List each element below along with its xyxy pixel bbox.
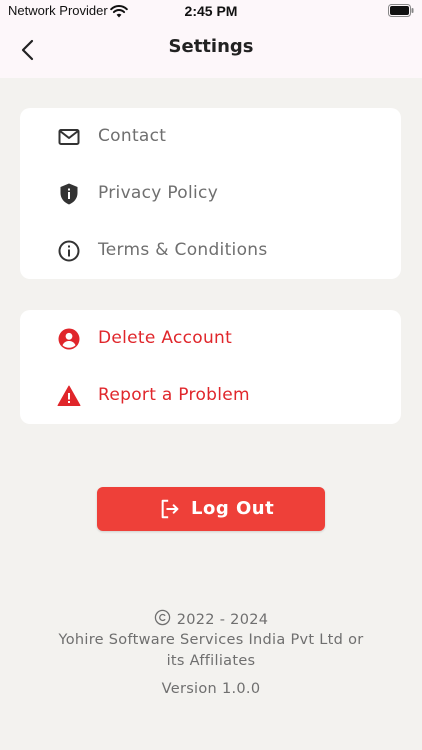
- company-line-2: its Affiliates: [166, 653, 256, 669]
- status-bar: Network Provider 2:45 PM: [0, 0, 422, 22]
- settings-item-label: Terms & Conditions: [98, 240, 268, 260]
- copyright-years: 2022 - 2024: [176, 612, 269, 628]
- settings-item-label: Privacy Policy: [98, 183, 219, 203]
- app-version: Version 1.0.0: [161, 681, 261, 697]
- settings-item-delete-account[interactable]: Delete Account: [20, 310, 401, 367]
- company-name: Yohire Software Services India Pvt Ltd o…: [0, 630, 422, 672]
- settings-item-label: Delete Account: [98, 328, 233, 348]
- settings-item-label: Report a Problem: [98, 385, 250, 405]
- settings-item-terms[interactable]: Terms & Conditions: [20, 222, 401, 279]
- user-circle-icon: [58, 328, 80, 350]
- logout-label: Log Out: [191, 498, 275, 519]
- page-title: Settings: [168, 36, 254, 57]
- navigation-bar: Settings: [0, 22, 422, 78]
- logout-button[interactable]: Log Out: [97, 487, 325, 531]
- shield-icon: [60, 183, 78, 205]
- company-line-1: Yohire Software Services India Pvt Ltd o…: [58, 632, 364, 648]
- info-settings-card: Contact Privacy Policy Terms & Condition…: [20, 108, 401, 279]
- copyright-icon: [154, 609, 170, 626]
- settings-item-label: Contact: [98, 126, 167, 146]
- copyright-line: 2022 - 2024: [0, 609, 422, 628]
- settings-item-report-problem[interactable]: Report a Problem: [20, 367, 401, 424]
- status-time: 2:45 PM: [184, 3, 238, 19]
- info-icon: [58, 240, 80, 262]
- danger-settings-card: Delete Account Report a Problem: [20, 310, 401, 424]
- settings-item-privacy-policy[interactable]: Privacy Policy: [20, 165, 401, 222]
- battery-icon: [388, 4, 414, 17]
- logout-icon: [161, 499, 179, 519]
- warning-icon: [57, 385, 81, 406]
- mail-icon: [58, 129, 80, 145]
- settings-item-contact[interactable]: Contact: [20, 108, 401, 165]
